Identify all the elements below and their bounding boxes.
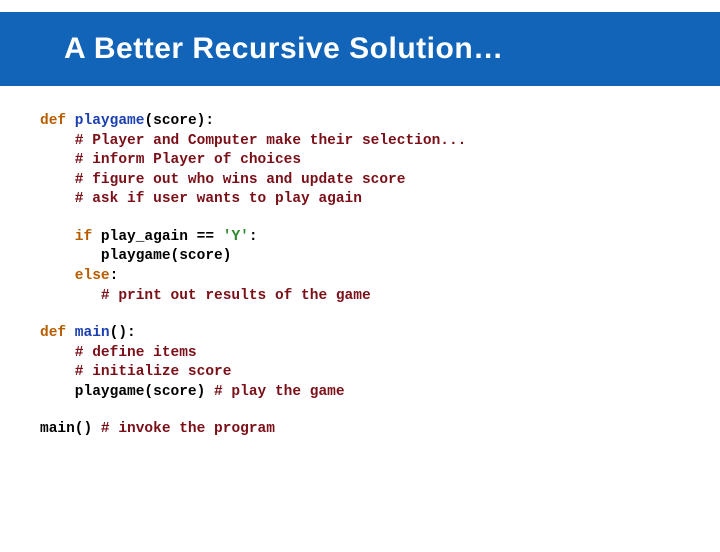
code-line-13: playgame(score) # play the game bbox=[40, 383, 720, 403]
code-block: def playgame(score): # Player and Comput… bbox=[0, 86, 720, 440]
code-line-12: # initialize score bbox=[40, 363, 720, 383]
code-line-2: # Player and Computer make their selecti… bbox=[40, 132, 720, 152]
blank-line bbox=[40, 402, 720, 420]
title-bar: A Better Recursive Solution… bbox=[0, 12, 720, 86]
code-text: (score): bbox=[144, 113, 214, 129]
code-line-10: def main(): bbox=[40, 324, 720, 344]
code-line-1: def playgame(score): bbox=[40, 112, 720, 132]
keyword-def: def bbox=[40, 325, 66, 341]
code-line-7: playgame(score) bbox=[40, 247, 720, 267]
slide-title: A Better Recursive Solution… bbox=[64, 32, 720, 66]
keyword-def: def bbox=[40, 113, 66, 129]
code-text: (): bbox=[110, 325, 136, 341]
comment: # play the game bbox=[214, 384, 345, 400]
keyword-if: if bbox=[40, 229, 92, 245]
code-text: playgame(score) bbox=[40, 384, 214, 400]
code-text: main() bbox=[40, 421, 101, 437]
code-line-4: # figure out who wins and update score bbox=[40, 171, 720, 191]
code-text: play_again == bbox=[92, 229, 223, 245]
blank-line bbox=[40, 306, 720, 324]
func-name: main bbox=[66, 325, 110, 341]
keyword-else: else bbox=[40, 268, 110, 284]
string-literal: 'Y' bbox=[223, 229, 249, 245]
comment: # invoke the program bbox=[101, 421, 275, 437]
code-line-3: # inform Player of choices bbox=[40, 151, 720, 171]
func-name: playgame bbox=[66, 113, 144, 129]
code-line-9: # print out results of the game bbox=[40, 287, 720, 307]
code-text: : bbox=[249, 229, 258, 245]
code-line-6: if play_again == 'Y': bbox=[40, 228, 720, 248]
blank-line bbox=[40, 210, 720, 228]
code-text: : bbox=[110, 268, 119, 284]
code-line-14: main() # invoke the program bbox=[40, 420, 720, 440]
code-line-11: # define items bbox=[40, 344, 720, 364]
code-line-5: # ask if user wants to play again bbox=[40, 190, 720, 210]
code-line-8: else: bbox=[40, 267, 720, 287]
